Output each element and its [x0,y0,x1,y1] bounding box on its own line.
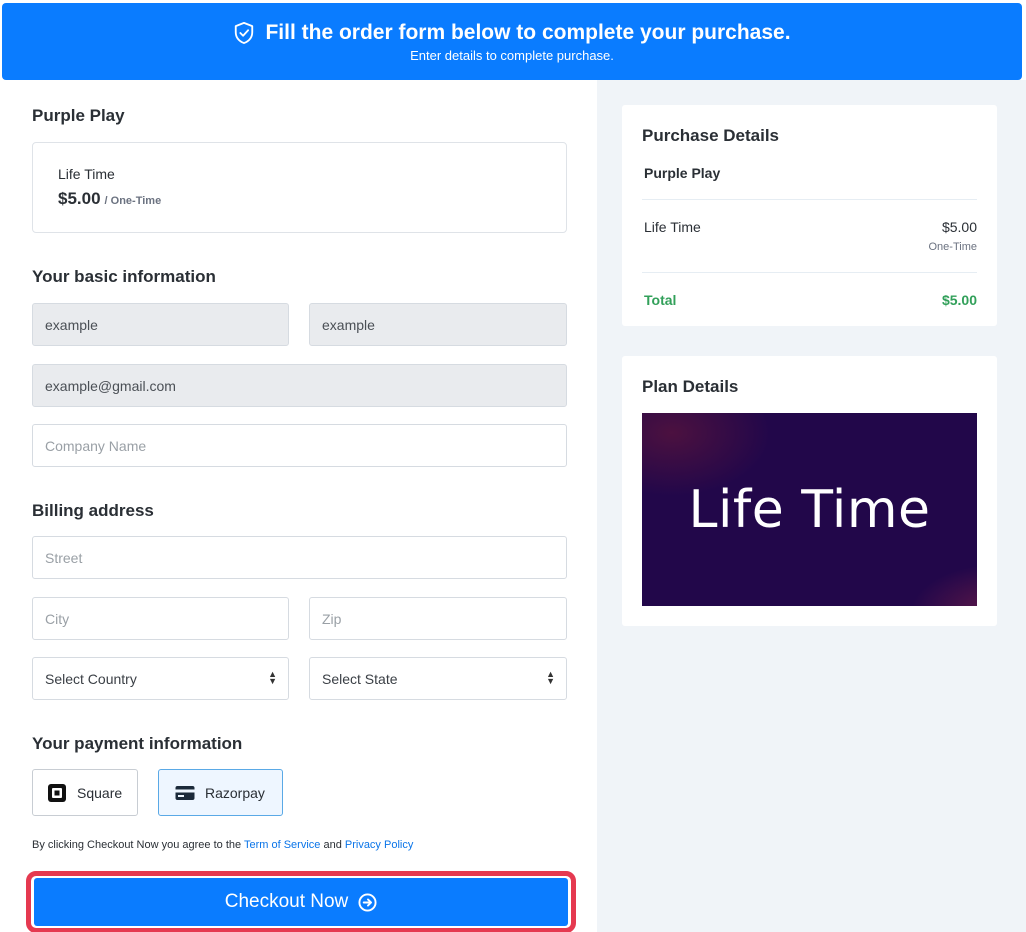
credit-card-icon [175,785,195,800]
terms-text: By clicking Checkout Now you agree to th… [32,839,413,851]
terms-and: and [323,839,342,851]
product-title: Purple Play [32,106,125,125]
state-select-wrapper: Select State ▲ ▼ [309,657,567,700]
country-select[interactable]: Select Country [32,657,289,700]
order-form: Purple Play Life Time $5.00/ One-Time Yo… [2,80,597,932]
billing-address-heading: Billing address [32,501,154,520]
purchase-product-name: Purple Play [644,165,721,181]
divider [642,199,977,200]
header-subtitle: Enter details to complete purchase. [410,48,614,63]
purchase-details-heading: Purchase Details [642,126,780,145]
payment-method-square[interactable]: Square [32,769,138,816]
divider [642,272,977,273]
arrow-circle-right-icon [358,892,377,912]
header-title: Fill the order form below to complete yo… [265,21,791,44]
checkout-label: Checkout Now [224,891,349,912]
plan-option-name: Life Time [58,166,115,182]
city-field[interactable] [32,597,289,640]
purchase-item-name: Life Time [644,219,701,235]
zip-field[interactable] [309,597,567,640]
payment-method-razorpay[interactable]: Razorpay [158,769,283,816]
payment-method-label: Razorpay [205,784,265,801]
street-field[interactable] [32,536,567,579]
basic-info-heading: Your basic information [32,267,216,286]
total-value: $5.00 [941,292,977,308]
plan-details-heading: Plan Details [642,377,739,396]
plan-option-card[interactable]: Life Time $5.00/ One-Time [32,142,567,233]
plan-option-period: / One-Time [104,195,162,207]
last-name-field[interactable] [309,303,567,346]
purchase-item-price: $5.00 [941,219,977,235]
purchase-item-period: One-Time [928,241,978,253]
order-summary-sidebar: Purchase Details Purple Play Life Time $… [597,80,1026,932]
payment-method-label: Square [77,784,123,801]
total-label: Total [644,292,677,308]
purchase-details-card: Purchase Details Purple Play Life Time $… [622,105,997,326]
header-title-row: Fill the order form below to complete yo… [2,21,1022,45]
terms-prefix: By clicking Checkout Now you agree to th… [32,839,242,851]
first-name-field[interactable] [32,303,289,346]
plan-banner-image: Life Time [642,413,977,606]
checkout-now-button[interactable]: Checkout Now [34,878,568,926]
plan-details-card: Plan Details Life Time [622,356,997,626]
plan-banner-text: Life Time [688,479,931,540]
country-select-wrapper: Select Country ▲ ▼ [32,657,289,700]
payment-info-heading: Your payment information [32,734,243,753]
email-field[interactable] [32,364,567,407]
plan-option-price: $5.00 [58,189,101,208]
square-logo-icon [48,783,66,802]
privacy-policy-link[interactable]: Privacy Policy [345,839,413,851]
plan-option-price-row: $5.00/ One-Time [58,189,161,209]
shield-check-icon [235,22,254,44]
order-header-banner: Fill the order form below to complete yo… [2,3,1022,80]
terms-of-service-link[interactable]: Term of Service [244,839,320,851]
state-select[interactable]: Select State [309,657,567,700]
company-name-field[interactable] [32,424,567,467]
